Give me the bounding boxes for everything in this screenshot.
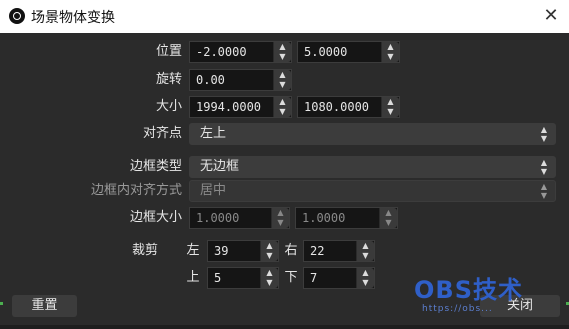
chevron-down-icon[interactable]: ▼ xyxy=(382,52,399,62)
position-label: 位置 xyxy=(155,44,182,59)
title-bar: 场景物体变换 ✕ xyxy=(0,0,569,33)
bounds-alignment-label: 边框内对齐方式 xyxy=(90,183,182,198)
window-title: 场景物体变换 xyxy=(31,10,115,26)
bounds-alignment-value: 居中 xyxy=(200,183,227,198)
crop-top-input[interactable]: 5 ▲ ▼ xyxy=(207,267,279,289)
crop-bottom-stepper[interactable]: ▲ ▼ xyxy=(356,268,374,288)
bounds-width-value: 1.0000 xyxy=(196,211,240,225)
crop-label: 裁剪 xyxy=(131,243,158,258)
size-width-value: 1994.0000 xyxy=(196,100,262,114)
bounds-width-input[interactable]: 1.0000 ▲ ▼ xyxy=(189,207,290,229)
bounds-width-stepper[interactable]: ▲ ▼ xyxy=(271,208,289,228)
bounds-height-input[interactable]: 1.0000 ▲ ▼ xyxy=(295,207,398,229)
chevron-down-icon[interactable]: ▼ xyxy=(357,251,374,261)
position-x-value: -2.0000 xyxy=(196,45,247,59)
crop-right-label: 右 xyxy=(284,243,298,258)
chevron-up-icon[interactable]: ▲ xyxy=(357,268,374,278)
rotation-stepper[interactable]: ▲ ▼ xyxy=(273,70,291,90)
crop-top-label: 上 xyxy=(186,270,200,285)
bounds-height-value: 1.0000 xyxy=(302,211,346,225)
bounds-type-select[interactable]: 无边框 ▲ ▼ xyxy=(189,156,556,178)
watermark-logo: OBS技术 https://obs... xyxy=(414,270,564,314)
crop-bottom-value: 7 xyxy=(310,271,318,285)
position-y-input[interactable]: 5.0000 ▲ ▼ xyxy=(297,41,400,63)
crop-top-stepper[interactable]: ▲ ▼ xyxy=(260,268,278,288)
position-x-input[interactable]: -2.0000 ▲ ▼ xyxy=(189,41,292,63)
chevron-down-icon[interactable]: ▼ xyxy=(272,218,289,228)
position-x-stepper[interactable]: ▲ ▼ xyxy=(273,42,291,62)
crop-left-input[interactable]: 39 ▲ ▼ xyxy=(207,240,279,262)
chevron-down-icon[interactable]: ▼ xyxy=(274,52,291,62)
chevron-up-icon[interactable]: ▲ xyxy=(261,268,278,278)
updown-chevron-icon: ▲ ▼ xyxy=(540,125,548,143)
chevron-up-icon[interactable]: ▲ xyxy=(261,241,278,251)
size-height-stepper[interactable]: ▲ ▼ xyxy=(381,97,399,117)
chevron-up-icon[interactable]: ▲ xyxy=(382,97,399,107)
watermark-text: OBS技术 xyxy=(414,276,523,304)
chevron-down-icon[interactable]: ▼ xyxy=(274,107,291,117)
bounds-size-label: 边框大小 xyxy=(129,210,182,225)
chevron-up-icon[interactable]: ▲ xyxy=(357,241,374,251)
close-icon[interactable]: ✕ xyxy=(539,4,563,28)
chevron-up-icon[interactable]: ▲ xyxy=(382,42,399,52)
reset-button[interactable]: 重置 xyxy=(12,295,77,317)
watermark-url: https://obs... xyxy=(422,304,493,314)
bounds-alignment-select[interactable]: 居中 ▲ ▼ xyxy=(189,180,556,202)
rotation-input[interactable]: 0.00 ▲ ▼ xyxy=(189,69,292,91)
size-label: 大小 xyxy=(155,99,182,114)
chevron-up-icon[interactable]: ▲ xyxy=(274,97,291,107)
position-y-stepper[interactable]: ▲ ▼ xyxy=(381,42,399,62)
bounds-height-stepper[interactable]: ▲ ▼ xyxy=(379,208,397,228)
crop-right-value: 22 xyxy=(310,244,325,258)
obs-logo-icon xyxy=(9,8,25,24)
chevron-down-icon[interactable]: ▼ xyxy=(261,251,278,261)
size-width-stepper[interactable]: ▲ ▼ xyxy=(273,97,291,117)
alignment-label: 对齐点 xyxy=(142,126,182,141)
alignment-value: 左上 xyxy=(200,126,227,141)
alignment-select[interactable]: 左上 ▲ ▼ xyxy=(189,123,556,145)
size-width-input[interactable]: 1994.0000 ▲ ▼ xyxy=(189,96,292,118)
updown-chevron-icon: ▲ ▼ xyxy=(540,182,548,200)
crop-right-stepper[interactable]: ▲ ▼ xyxy=(356,241,374,261)
crop-top-value: 5 xyxy=(214,271,222,285)
chevron-up-icon[interactable]: ▲ xyxy=(380,208,397,218)
chevron-up-icon[interactable]: ▲ xyxy=(274,70,291,80)
crop-bottom-input[interactable]: 7 ▲ ▼ xyxy=(303,267,375,289)
rotation-label: 旋转 xyxy=(155,72,182,87)
rotation-value: 0.00 xyxy=(196,73,225,87)
crop-bottom-label: 下 xyxy=(284,270,298,285)
crop-left-label: 左 xyxy=(186,243,200,258)
size-height-input[interactable]: 1080.0000 ▲ ▼ xyxy=(297,96,400,118)
updown-chevron-icon: ▲ ▼ xyxy=(540,158,548,176)
position-y-value: 5.0000 xyxy=(304,45,348,59)
chevron-up-icon[interactable]: ▲ xyxy=(272,208,289,218)
chevron-down-icon[interactable]: ▼ xyxy=(382,107,399,117)
chevron-down-icon[interactable]: ▼ xyxy=(357,278,374,288)
chevron-down-icon[interactable]: ▼ xyxy=(261,278,278,288)
crop-left-value: 39 xyxy=(214,244,229,258)
chevron-down-icon[interactable]: ▼ xyxy=(380,218,397,228)
bounds-type-value: 无边框 xyxy=(200,159,240,174)
chevron-down-icon[interactable]: ▼ xyxy=(274,80,291,90)
bottom-frame xyxy=(0,325,569,329)
chevron-up-icon[interactable]: ▲ xyxy=(274,42,291,52)
selection-handle-left xyxy=(0,302,3,305)
crop-right-input[interactable]: 22 ▲ ▼ xyxy=(303,240,375,262)
size-height-value: 1080.0000 xyxy=(304,100,370,114)
bounds-type-label: 边框类型 xyxy=(129,159,182,174)
crop-left-stepper[interactable]: ▲ ▼ xyxy=(260,241,278,261)
